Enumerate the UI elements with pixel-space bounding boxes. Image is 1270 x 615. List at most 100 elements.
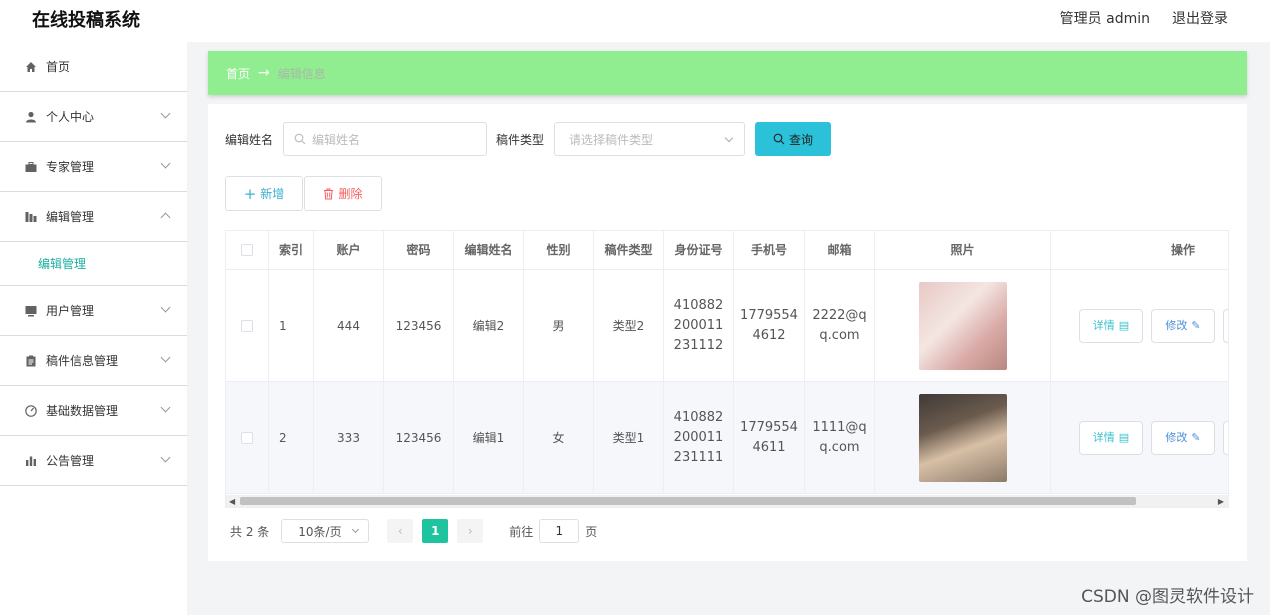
cell-password: 123456 — [384, 382, 454, 493]
table-row[interactable]: 1 444 123456 编辑2 男 类型2 41088220001123111… — [226, 270, 1228, 382]
sidebar-item-label: 稿件信息管理 — [46, 354, 119, 368]
sidebar-item-label: 编辑管理 — [46, 210, 95, 224]
goto-label: 前往 — [509, 524, 534, 539]
sidebar-item-base-data-management[interactable]: 基础数据管理 — [0, 386, 187, 436]
sidebar-item-user-management[interactable]: 用户管理 — [0, 286, 187, 336]
column-header[interactable]: 稿件类型 — [594, 231, 664, 269]
submenu-editor-management[interactable]: 编辑管理 — [0, 242, 187, 286]
page-suffix: 页 — [585, 524, 598, 539]
sidebar-item-personal-center[interactable]: 个人中心 — [0, 92, 187, 142]
sidebar-item-expert-management[interactable]: 专家管理 — [0, 142, 187, 192]
sidebar-item-label: 用户管理 — [46, 304, 95, 318]
monitor-icon — [24, 304, 38, 318]
breadcrumb-current: 编辑信息 — [277, 66, 326, 81]
column-header[interactable]: 邮箱 — [805, 231, 875, 269]
cell-index: 2 — [269, 382, 314, 493]
logout-button[interactable]: 退出登录 — [1172, 8, 1228, 28]
arrow-right-icon: → — [258, 65, 270, 81]
detail-button[interactable]: 详情 ▤ — [1079, 308, 1143, 343]
sidebar-item-notice-management[interactable]: 公告管理 — [0, 436, 187, 486]
edit-button[interactable]: 修改 ✎ — [1151, 308, 1215, 343]
cell-editor-name: 编辑2 — [454, 270, 524, 381]
briefcase-icon — [24, 160, 38, 174]
chevron-down-icon — [160, 352, 171, 363]
row-checkbox[interactable] — [241, 431, 253, 444]
column-header[interactable]: 身份证号 — [664, 231, 734, 269]
document-icon: ▤ — [1118, 318, 1130, 332]
chevron-down-icon — [160, 302, 171, 313]
scroll-right-icon[interactable]: ▶ — [1218, 497, 1224, 506]
plus-icon: + — [243, 184, 257, 203]
delete-row-button[interactable] — [1223, 308, 1228, 343]
horizontal-scrollbar[interactable]: ◀ ▶ — [226, 495, 1228, 507]
chevron-up-icon — [160, 212, 171, 223]
table-row[interactable]: 2 333 123456 编辑1 女 类型1 41088220001123111… — [226, 382, 1228, 494]
breadcrumb: 首页 → 编辑信息 — [208, 51, 1247, 95]
top-header: 在线投稿系统 管理员 admin 退出登录 — [0, 0, 1270, 42]
scroll-left-icon[interactable]: ◀ — [229, 497, 235, 506]
search-icon — [294, 133, 306, 145]
cell-manuscript-type: 类型2 — [594, 270, 664, 381]
cell-email: 2222@qq.com — [805, 270, 875, 381]
pencil-icon: ✎ — [1191, 430, 1201, 444]
cell-password: 123456 — [384, 270, 454, 381]
breadcrumb-home[interactable]: 首页 — [226, 65, 250, 82]
column-header[interactable]: 手机号 — [734, 231, 805, 269]
edit-button[interactable]: 修改 ✎ — [1151, 420, 1215, 455]
add-button[interactable]: + 新增 — [225, 176, 303, 211]
goto-page-input[interactable]: 1 — [539, 519, 580, 543]
chevron-down-icon — [160, 452, 171, 463]
cell-account: 444 — [314, 270, 384, 381]
sidebar-item-manuscript-management[interactable]: 稿件信息管理 — [0, 336, 187, 386]
pencil-icon: ✎ — [1191, 318, 1201, 332]
column-header[interactable]: 账户 — [314, 231, 384, 269]
chevron-down-icon — [160, 402, 171, 413]
column-header[interactable]: 索引 — [269, 231, 314, 269]
pagination: 共 2 条 10条/页 ‹ 1 › 前往 1 页 — [230, 519, 597, 543]
editor-name-input[interactable]: 编辑姓名 — [283, 122, 488, 156]
select-all-checkbox[interactable] — [241, 244, 253, 256]
page-size-value: 10条/页 — [298, 524, 342, 539]
delete-button-label: 删除 — [338, 187, 363, 201]
manuscript-type-label: 稿件类型 — [496, 132, 545, 147]
delete-row-button[interactable] — [1223, 420, 1228, 455]
column-header[interactable]: 密码 — [384, 231, 454, 269]
page-number[interactable]: 1 — [422, 519, 449, 543]
row-select-cell — [226, 382, 269, 493]
query-button[interactable]: 查询 — [755, 122, 832, 156]
total-count: 共 2 条 — [230, 524, 270, 539]
scrollbar-thumb[interactable] — [240, 497, 1136, 505]
clipboard-icon — [24, 354, 38, 368]
cell-phone: 17795544611 — [734, 382, 805, 493]
chevron-left-icon: ‹ — [397, 524, 403, 538]
detail-button[interactable]: 详情 ▤ — [1079, 420, 1143, 455]
cell-id-card: 410882200011231111 — [664, 382, 734, 493]
column-header[interactable]: 性别 — [524, 231, 594, 269]
query-button-label: 查询 — [789, 132, 814, 147]
manuscript-type-placeholder: 请选择稿件类型 — [569, 132, 654, 147]
edit-button-label: 修改 — [1165, 430, 1188, 444]
chart-icon — [24, 210, 38, 224]
editor-photo — [918, 393, 1007, 482]
prev-page-button[interactable]: ‹ — [387, 519, 414, 543]
column-header[interactable]: 照片 — [875, 231, 1051, 269]
admin-user[interactable]: 管理员 admin — [1060, 8, 1150, 28]
next-page-button[interactable]: › — [457, 519, 484, 543]
manuscript-type-select[interactable]: 请选择稿件类型 — [554, 122, 746, 156]
select-all-cell — [226, 231, 269, 269]
delete-button[interactable]: 删除 — [304, 176, 382, 211]
cell-photo — [875, 270, 1051, 381]
gauge-icon — [24, 404, 38, 418]
page-size-select[interactable]: 10条/页 — [281, 519, 370, 543]
cell-operations: 详情 ▤ 修改 ✎ — [1051, 270, 1228, 381]
detail-button-label: 详情 — [1092, 318, 1115, 332]
column-header[interactable]: 编辑姓名 — [454, 231, 524, 269]
column-header: 操作 — [1170, 243, 1195, 257]
sidebar-item-editor-management[interactable]: 编辑管理 — [0, 192, 187, 242]
row-checkbox[interactable] — [241, 319, 253, 332]
sidebar-item-home[interactable]: 首页 — [0, 42, 187, 92]
cell-gender: 女 — [524, 382, 594, 493]
chevron-down-icon — [160, 108, 171, 119]
edit-button-label: 修改 — [1165, 318, 1188, 332]
bar-chart-icon — [24, 454, 38, 468]
